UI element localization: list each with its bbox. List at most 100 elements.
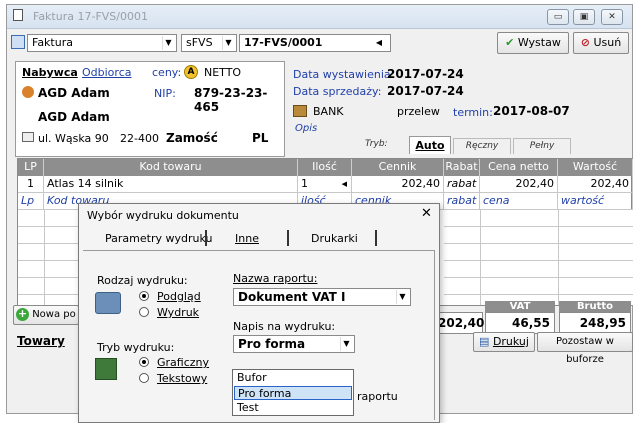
- graphic-label[interactable]: Graficzny: [157, 356, 209, 369]
- caption-select[interactable]: Pro forma ▼: [233, 335, 355, 353]
- text-radio[interactable]: [139, 373, 149, 383]
- new-row-lp[interactable]: Lp: [18, 193, 44, 210]
- preview-radio[interactable]: [139, 291, 149, 301]
- text-label[interactable]: Tekstowy: [157, 372, 207, 385]
- description-label[interactable]: Opis: [295, 123, 317, 134]
- cell-pricelist[interactable]: 202,40: [352, 176, 444, 193]
- sale-date-label: Data sprzedaży:: [293, 85, 382, 98]
- col-header-qty[interactable]: Ilość: [298, 159, 352, 176]
- city: Zamość: [166, 131, 218, 145]
- issue-button[interactable]: ✔ Wystaw: [497, 32, 569, 54]
- delete-button[interactable]: ⊘ Usuń: [573, 32, 629, 54]
- chevron-down-icon: ▼: [340, 337, 352, 351]
- cell-qty[interactable]: 1 ◀: [298, 176, 352, 193]
- tab-other[interactable]: Inne: [235, 232, 259, 245]
- series-select[interactable]: sFVS ▼: [181, 34, 237, 52]
- doc-type-select[interactable]: Faktura ▼: [27, 34, 177, 52]
- due-label: termin:: [453, 106, 493, 119]
- window-icon: [13, 9, 23, 21]
- option-pro-forma[interactable]: Pro forma: [234, 386, 352, 400]
- close-button[interactable]: ✕: [601, 9, 623, 25]
- title-bar: Faktura 17-FVS/0001 ▭ ▣ ✕: [7, 5, 632, 29]
- tab-manual[interactable]: Ręczny: [453, 138, 511, 154]
- leave-in-buffer-button[interactable]: Pozostaw w buforze: [537, 332, 633, 365]
- doc-number-field[interactable]: 17-FVS/0001 ◀: [239, 34, 391, 52]
- printer-icon: ▤: [479, 335, 490, 348]
- sale-date-value[interactable]: 2017-07-24: [387, 84, 464, 98]
- report-name-select[interactable]: Dokument VAT I ▼: [233, 288, 411, 306]
- col-header-lp[interactable]: LP: [18, 159, 44, 176]
- tab-auto[interactable]: Auto: [409, 136, 451, 154]
- zip: 22-400: [120, 132, 159, 145]
- cell-code[interactable]: Atlas 14 silnik: [44, 176, 298, 193]
- dialog-close-icon[interactable]: ✕: [421, 206, 432, 221]
- party-panel: Nabywca Odbiorca ceny: A NETTO AGD Adam …: [15, 61, 285, 157]
- address-icon: [22, 132, 34, 142]
- prices-badge[interactable]: A: [184, 65, 198, 79]
- printer-icon: [95, 292, 121, 314]
- print-dialog: Wybór wydruku dokumentu ✕ Parametry wydr…: [78, 203, 440, 423]
- due-value[interactable]: 2017-08-07: [493, 104, 570, 118]
- dialog-title: Wybór wydruku dokumentu: [87, 209, 239, 222]
- tab-printers[interactable]: Drukarki: [311, 232, 358, 245]
- new-row-price[interactable]: cena: [480, 193, 558, 210]
- tab-goods[interactable]: Towary: [17, 334, 65, 348]
- bank-label[interactable]: BANK: [313, 105, 344, 118]
- net-total-value: 202,40: [437, 312, 484, 334]
- tab-recipient[interactable]: Odbiorca: [82, 66, 131, 79]
- cell-net-price[interactable]: 202,40: [480, 176, 558, 193]
- print-label[interactable]: Wydruk: [157, 306, 199, 319]
- print-label: Drukuj: [492, 335, 529, 348]
- cell-lp[interactable]: 1: [18, 176, 44, 193]
- delete-label: Usuń: [593, 36, 622, 49]
- option-test[interactable]: Test: [234, 401, 352, 415]
- caption-value: Pro forma: [238, 337, 306, 351]
- new-row-discount[interactable]: rabat: [444, 193, 480, 210]
- new-position-button[interactable]: + Nowa po: [13, 305, 79, 325]
- payment-method[interactable]: przelew: [397, 105, 440, 118]
- window-title: Faktura 17-FVS/0001: [33, 10, 148, 23]
- vat-header: VAT: [485, 301, 555, 312]
- image-icon: [95, 358, 117, 380]
- tab-separator: [205, 230, 207, 246]
- preview-label[interactable]: Podgląd: [157, 290, 201, 303]
- chevron-down-icon: ▼: [162, 36, 174, 50]
- tab-full[interactable]: Pełny: [513, 138, 571, 154]
- person-icon: [22, 86, 34, 98]
- new-row-value[interactable]: wartość: [558, 193, 633, 210]
- maximize-button[interactable]: ▣: [573, 9, 595, 25]
- tab-buyer[interactable]: Nabywca: [22, 66, 78, 79]
- chevron-down-icon: ▼: [222, 36, 234, 50]
- doc-type-value: Faktura: [32, 36, 73, 49]
- col-header-net-price[interactable]: Cena netto: [480, 159, 558, 176]
- issue-date-value[interactable]: 2017-07-24: [387, 67, 464, 81]
- prices-label: ceny:: [152, 66, 182, 79]
- col-header-discount[interactable]: Rabat: [444, 159, 480, 176]
- report-partial-label: raportu: [357, 390, 398, 403]
- print-button[interactable]: ▤ Drukuj: [473, 332, 535, 352]
- toolbar: Faktura ▼ sFVS ▼ 17-FVS/0001 ◀ ✔ Wystaw …: [7, 30, 632, 56]
- col-header-pricelist[interactable]: Cennik: [352, 159, 444, 176]
- issue-date-label: Data wystawienia:: [293, 68, 395, 81]
- col-header-net-value[interactable]: Wartość netto: [558, 159, 633, 189]
- minimize-button[interactable]: ▭: [547, 9, 569, 25]
- delete-icon: ⊘: [580, 36, 590, 49]
- caption-dropdown-list: Bufor Pro forma Test: [232, 369, 354, 416]
- cell-discount[interactable]: rabat: [444, 176, 480, 193]
- grid-line: [480, 210, 481, 305]
- print-radio[interactable]: [139, 307, 149, 317]
- series-value: sFVS: [186, 36, 213, 49]
- tab-print-params[interactable]: Parametry wydruku: [105, 232, 212, 245]
- empty-rows-right: [444, 210, 633, 305]
- graphic-radio[interactable]: [139, 357, 149, 367]
- doc-number-value: 17-FVS/0001: [244, 36, 323, 49]
- report-name-value: Dokument VAT I: [238, 290, 346, 304]
- bank-icon: [293, 105, 307, 117]
- buyer-name[interactable]: AGD Adam: [38, 86, 110, 100]
- nip-label: NIP:: [154, 87, 176, 100]
- option-bufor[interactable]: Bufor: [234, 371, 352, 385]
- issue-label: Wystaw: [517, 36, 561, 49]
- col-header-code[interactable]: Kod towaru: [44, 159, 298, 176]
- chevron-left-icon: ◀: [341, 180, 347, 188]
- cell-net-value[interactable]: 202,40: [558, 176, 633, 193]
